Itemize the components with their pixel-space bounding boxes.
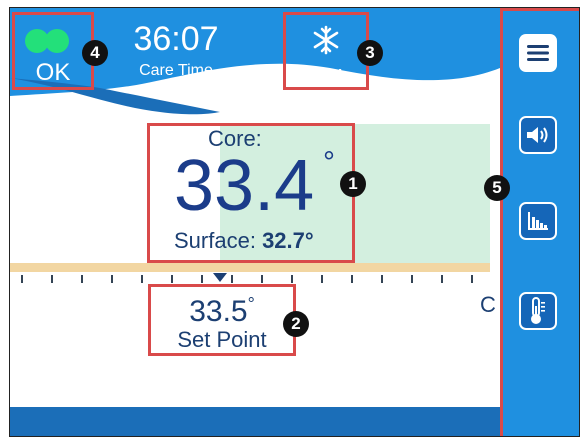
core-temperature-value: 33.4 bbox=[174, 146, 315, 226]
callout-badge: 4 bbox=[82, 40, 108, 66]
set-point-unit: ° bbox=[247, 294, 255, 314]
surface-value: 32.7° bbox=[262, 228, 314, 253]
status-dot-icon bbox=[45, 29, 69, 53]
set-point-marker-icon bbox=[213, 273, 227, 282]
care-time-label: Care Time bbox=[139, 62, 213, 79]
set-point-label: Set Point bbox=[177, 327, 267, 352]
set-point-control[interactable]: 33.5° Set Point bbox=[148, 284, 296, 356]
set-point-value-row: 33.5° bbox=[151, 289, 293, 327]
callout-badge: 1 bbox=[340, 171, 366, 197]
status-label: OK bbox=[35, 59, 71, 86]
callout-badge: 2 bbox=[283, 311, 309, 337]
core-temperature-panel: Core: 33.4 ° Surface: 32.7° bbox=[147, 123, 355, 263]
mode-label: TTM bbox=[309, 67, 343, 84]
temperature-unit-label: C bbox=[480, 292, 496, 317]
callout-badge: 5 bbox=[484, 175, 510, 201]
footer-bar bbox=[10, 407, 500, 437]
surface-temperature: Surface: 32.7° bbox=[174, 228, 314, 254]
care-time-value: 36:07 bbox=[133, 20, 219, 58]
temperature-scale-bar bbox=[10, 263, 490, 272]
snowflake-icon bbox=[313, 25, 339, 55]
set-point-value: 33.5 bbox=[189, 295, 248, 328]
sidebar-highlight bbox=[500, 8, 580, 437]
core-temperature-unit: ° bbox=[323, 146, 335, 179]
care-time: 36:07 Care Time bbox=[130, 20, 222, 80]
surface-label: Surface: bbox=[174, 228, 256, 253]
callout-badge: 3 bbox=[357, 40, 383, 66]
